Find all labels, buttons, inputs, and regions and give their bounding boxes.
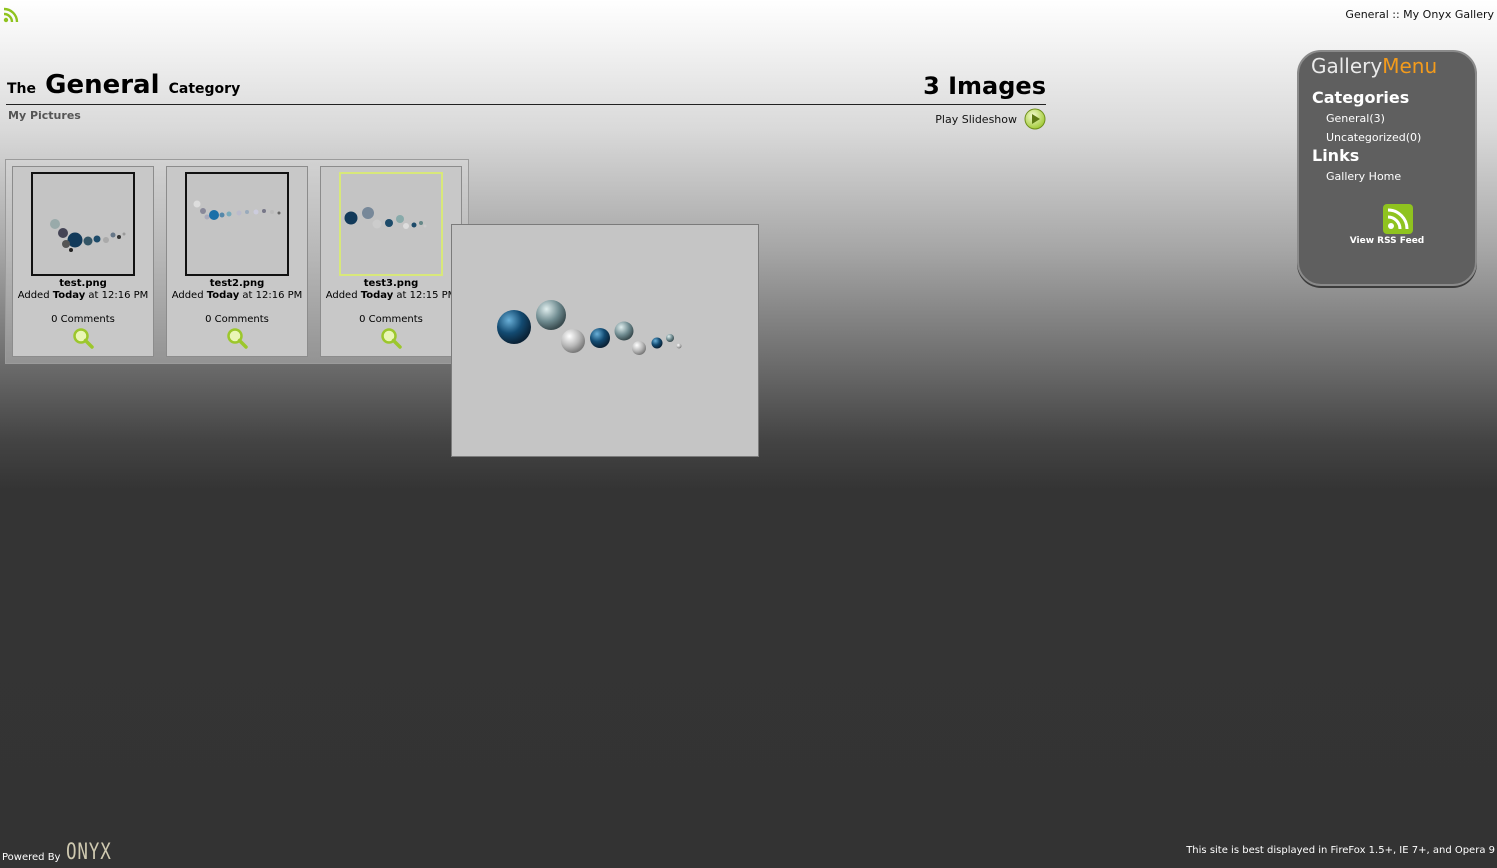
added-day: Today — [52, 290, 86, 301]
title-category-name: General — [45, 70, 160, 100]
added-day: Today — [206, 290, 240, 301]
category-link-general[interactable]: General(3) — [1326, 112, 1385, 125]
image-comments[interactable]: 0 Comments — [13, 314, 153, 325]
magnifier-icon[interactable] — [72, 327, 94, 349]
added-time: at 12:16 PM — [242, 290, 303, 301]
breadcrumb[interactable]: My Pictures — [8, 109, 81, 122]
rss-icon[interactable] — [3, 7, 19, 23]
menu-title-menu: Menu — [1382, 54, 1438, 78]
preview-image — [497, 300, 682, 355]
links-heading: Links — [1312, 146, 1360, 165]
powered-by: Powered By ONYX — [2, 842, 123, 864]
added-prefix: Added — [17, 290, 50, 301]
added-prefix: Added — [325, 290, 358, 301]
magnifier-icon[interactable] — [380, 327, 402, 349]
onyx-logo[interactable]: ONYX — [66, 842, 112, 864]
play-slideshow-button[interactable]: Play Slideshow — [935, 108, 1046, 130]
site-breadcrumb: General :: My Onyx Gallery — [1345, 8, 1494, 21]
category-header: The General Category 3 Images — [6, 70, 1046, 105]
page-title: The General Category — [7, 70, 240, 100]
image-preview-popup — [451, 224, 759, 457]
browser-notice: This site is best displayed in FireFox 1… — [1186, 845, 1495, 856]
gallery-home-link[interactable]: Gallery Home — [1326, 170, 1401, 183]
image-comments[interactable]: 0 Comments — [167, 314, 307, 325]
thumbnail-grid: test.png Added Today at 12:16 PM 0 Comme… — [5, 159, 469, 364]
thumbnail-image[interactable] — [185, 172, 289, 276]
image-added: Added Today at 12:15 PM — [325, 290, 457, 302]
title-the: The — [7, 81, 37, 97]
play-slideshow-label[interactable]: Play Slideshow — [935, 113, 1017, 126]
category-link-uncategorized[interactable]: Uncategorized(0) — [1326, 131, 1421, 144]
menu-title-gallery: Gallery — [1311, 54, 1383, 78]
image-count: 3 Images — [923, 72, 1046, 100]
image-added: Added Today at 12:16 PM — [17, 290, 149, 302]
magnifier-icon[interactable] — [226, 327, 248, 349]
rss-feed-icon[interactable] — [1383, 204, 1413, 234]
thumbnail-card[interactable]: test.png Added Today at 12:16 PM 0 Comme… — [12, 166, 154, 357]
image-comments[interactable]: 0 Comments — [321, 314, 461, 325]
powered-by-label: Powered By — [2, 852, 61, 863]
image-name[interactable]: test2.png — [167, 278, 307, 289]
added-time: at 12:16 PM — [88, 290, 149, 301]
added-day: Today — [360, 290, 394, 301]
added-prefix: Added — [171, 290, 204, 301]
title-category-word: Category — [168, 81, 241, 97]
view-rss-feed-link[interactable]: View RSS Feed — [1299, 236, 1475, 246]
thumbnail-card[interactable]: test3.png Added Today at 12:15 PM 0 Comm… — [320, 166, 462, 357]
gallery-menu-title: GalleryMenu — [1311, 54, 1437, 78]
image-name[interactable]: test.png — [13, 278, 153, 289]
image-added: Added Today at 12:16 PM — [171, 290, 303, 302]
categories-heading: Categories — [1312, 88, 1410, 107]
added-time: at 12:15 PM — [396, 290, 457, 301]
play-icon[interactable] — [1024, 108, 1046, 130]
thumbnail-card[interactable]: test2.png Added Today at 12:16 PM 0 Comm… — [166, 166, 308, 357]
gallery-menu: GalleryMenu Categories General(3) Uncate… — [1297, 50, 1477, 286]
thumbnail-image-selected[interactable] — [339, 172, 443, 276]
thumbnail-image[interactable] — [31, 172, 135, 276]
image-name[interactable]: test3.png — [321, 278, 461, 289]
